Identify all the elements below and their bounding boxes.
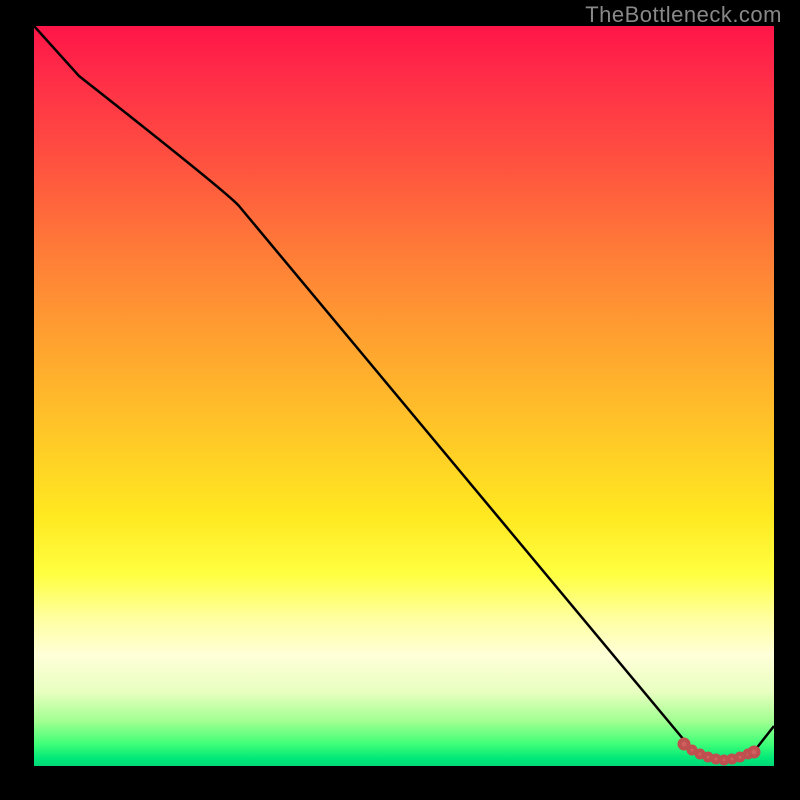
gradient-background <box>34 26 774 766</box>
watermark-text: TheBottleneck.com <box>585 2 782 28</box>
plot-area <box>34 26 774 766</box>
chart-container: TheBottleneck.com <box>0 0 800 800</box>
